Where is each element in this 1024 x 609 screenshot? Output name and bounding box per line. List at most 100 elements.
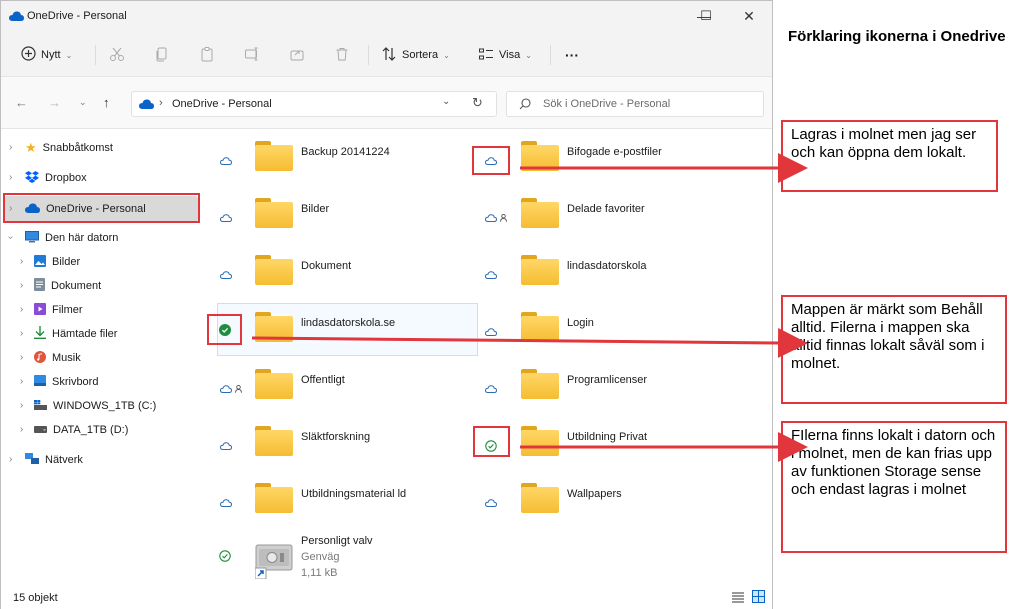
pictures-icon [34,254,46,270]
expand-chevron-icon[interactable]: › [20,328,23,339]
chevron-down-icon: ⌄ [525,50,532,60]
sidebar-item-music[interactable]: Musik [34,347,81,369]
expand-chevron-icon[interactable]: › [20,376,23,387]
sort-button-label: Sortera [402,49,439,61]
expand-chevron-icon[interactable]: › [9,454,12,465]
collapse-chevron-icon[interactable]: › [5,236,16,239]
cloud-status-icon [220,269,232,281]
highlight-box-always-keep-status [207,314,242,345]
sidebar-item-label: DATA_1TB (D:) [53,424,129,436]
highlight-box-onedrive [3,193,200,223]
tiles-view-icon[interactable] [752,590,765,606]
expand-chevron-icon[interactable]: › [9,172,12,183]
address-bar[interactable]: › OneDrive - Personal ⌄ ↻ [131,91,497,117]
cut-button[interactable] [109,43,125,67]
highlight-box-local-status [473,426,510,457]
folder-icon [521,255,559,285]
folder-icon [521,483,559,513]
recent-chevron-icon[interactable]: ⌄ [79,97,87,108]
folder-name: Dokument [301,260,352,272]
scissors-icon [109,46,125,65]
sidebar-item-pictures[interactable]: Bilder [34,251,80,273]
vault-type: Genväg [301,551,340,563]
copy-button[interactable] [154,43,170,67]
sidebar-item-downloads[interactable]: Hämtade filer [34,323,117,345]
sidebar-item-label: Den här datorn [45,232,119,244]
cloud-status-icon [220,155,232,167]
sidebar-item-label: Bilder [52,256,81,268]
more-icon: ··· [565,47,579,63]
cloud-status-icon [220,212,232,224]
refresh-icon[interactable]: ↻ [472,95,483,111]
sidebar-item-label: Skrivbord [52,376,99,388]
toolbar-divider [550,45,551,65]
folder-name: Backup 20141224 [301,146,390,158]
folder-name: Utbildning Privat [567,431,648,443]
breadcrumb[interactable]: OneDrive - Personal [172,98,272,110]
folder-icon [255,483,293,513]
expand-chevron-icon[interactable]: › [20,280,23,291]
forward-arrow-icon[interactable]: → [48,95,61,110]
expand-chevron-icon[interactable]: › [9,142,12,153]
search-input[interactable]: Sök i OneDrive - Personal [506,91,764,117]
cloud-status-icon [485,269,497,281]
sidebar-item-desktop[interactable]: Skrivbord [34,371,98,393]
view-button[interactable]: Visa ⌄ [478,43,532,67]
back-arrow-icon[interactable]: ← [15,95,28,110]
folder-name: Bilder [301,203,330,215]
sidebar-item-videos[interactable]: Filmer [34,299,83,321]
view-list-icon [478,46,494,65]
folder-icon [521,369,559,399]
sidebar-item-label: Dokument [51,280,102,292]
share-button[interactable] [289,43,305,67]
folder-name: Offentligt [301,374,345,386]
sidebar-item-quick-access[interactable]: ★ Snabbåtkomst [25,137,113,159]
rename-button[interactable] [244,43,260,67]
close-button[interactable]: ✕ [726,1,772,31]
more-options-button[interactable]: ··· [565,43,579,67]
windows-drive-icon [34,399,47,413]
view-button-label: Visa [499,49,521,61]
details-view-icon[interactable] [732,591,744,606]
chevron-down-icon: ⌄ [65,50,73,60]
sidebar-item-documents[interactable]: Dokument [34,275,101,297]
sidebar-item-dropbox[interactable]: Dropbox [25,167,87,189]
cloud-status-icon [485,383,497,395]
up-arrow-icon[interactable]: ↑ [103,95,110,110]
sort-button[interactable]: Sortera ⌄ [381,43,450,67]
folder-icon [255,312,293,342]
folder-icon [255,255,293,285]
folder-icon [521,426,559,456]
maximize-button[interactable]: ☐ [683,1,729,31]
sidebar-item-drive-c[interactable]: WINDOWS_1TB (C:) [34,395,156,417]
callout-cloud-only: Lagras i molnet men jag ser och kan öppn… [781,120,998,192]
new-button[interactable]: Nytt ⌄ [21,43,72,67]
share-icon [289,46,305,65]
expand-chevron-icon[interactable]: › [20,424,23,435]
address-dropdown-icon[interactable]: ⌄ [442,96,450,107]
network-icon [25,452,39,468]
expand-chevron-icon[interactable]: › [20,400,23,411]
rename-icon [244,46,260,65]
sidebar-item-drive-d[interactable]: DATA_1TB (D:) [34,419,128,441]
folder-name: Bifogade e-postfiler [567,146,662,158]
sidebar-item-network[interactable]: Nätverk [25,449,83,471]
annotation-heading: Förklaring ikonerna i Onedrive [788,28,1006,45]
paste-button[interactable] [199,43,215,67]
music-icon [34,350,46,366]
delete-button[interactable] [334,43,350,67]
sidebar-item-label: Snabbåtkomst [42,142,113,154]
onedrive-cloud-icon [9,11,24,24]
expand-chevron-icon[interactable]: › [20,256,23,267]
title-bar[interactable]: OneDrive - Personal — ☐ ✕ [1,1,772,33]
expand-chevron-icon[interactable]: › [20,304,23,315]
sidebar-item-this-pc[interactable]: Den här datorn [25,227,118,249]
copy-icon [154,46,170,65]
trash-icon [334,46,350,65]
cloud-shared-status-icon [485,212,507,224]
toolbar-divider [368,45,369,65]
cloud-status-icon [220,497,232,509]
expand-chevron-icon[interactable]: › [20,352,23,363]
highlight-box-cloud-status [472,146,510,175]
folder-name: Login [567,317,594,329]
